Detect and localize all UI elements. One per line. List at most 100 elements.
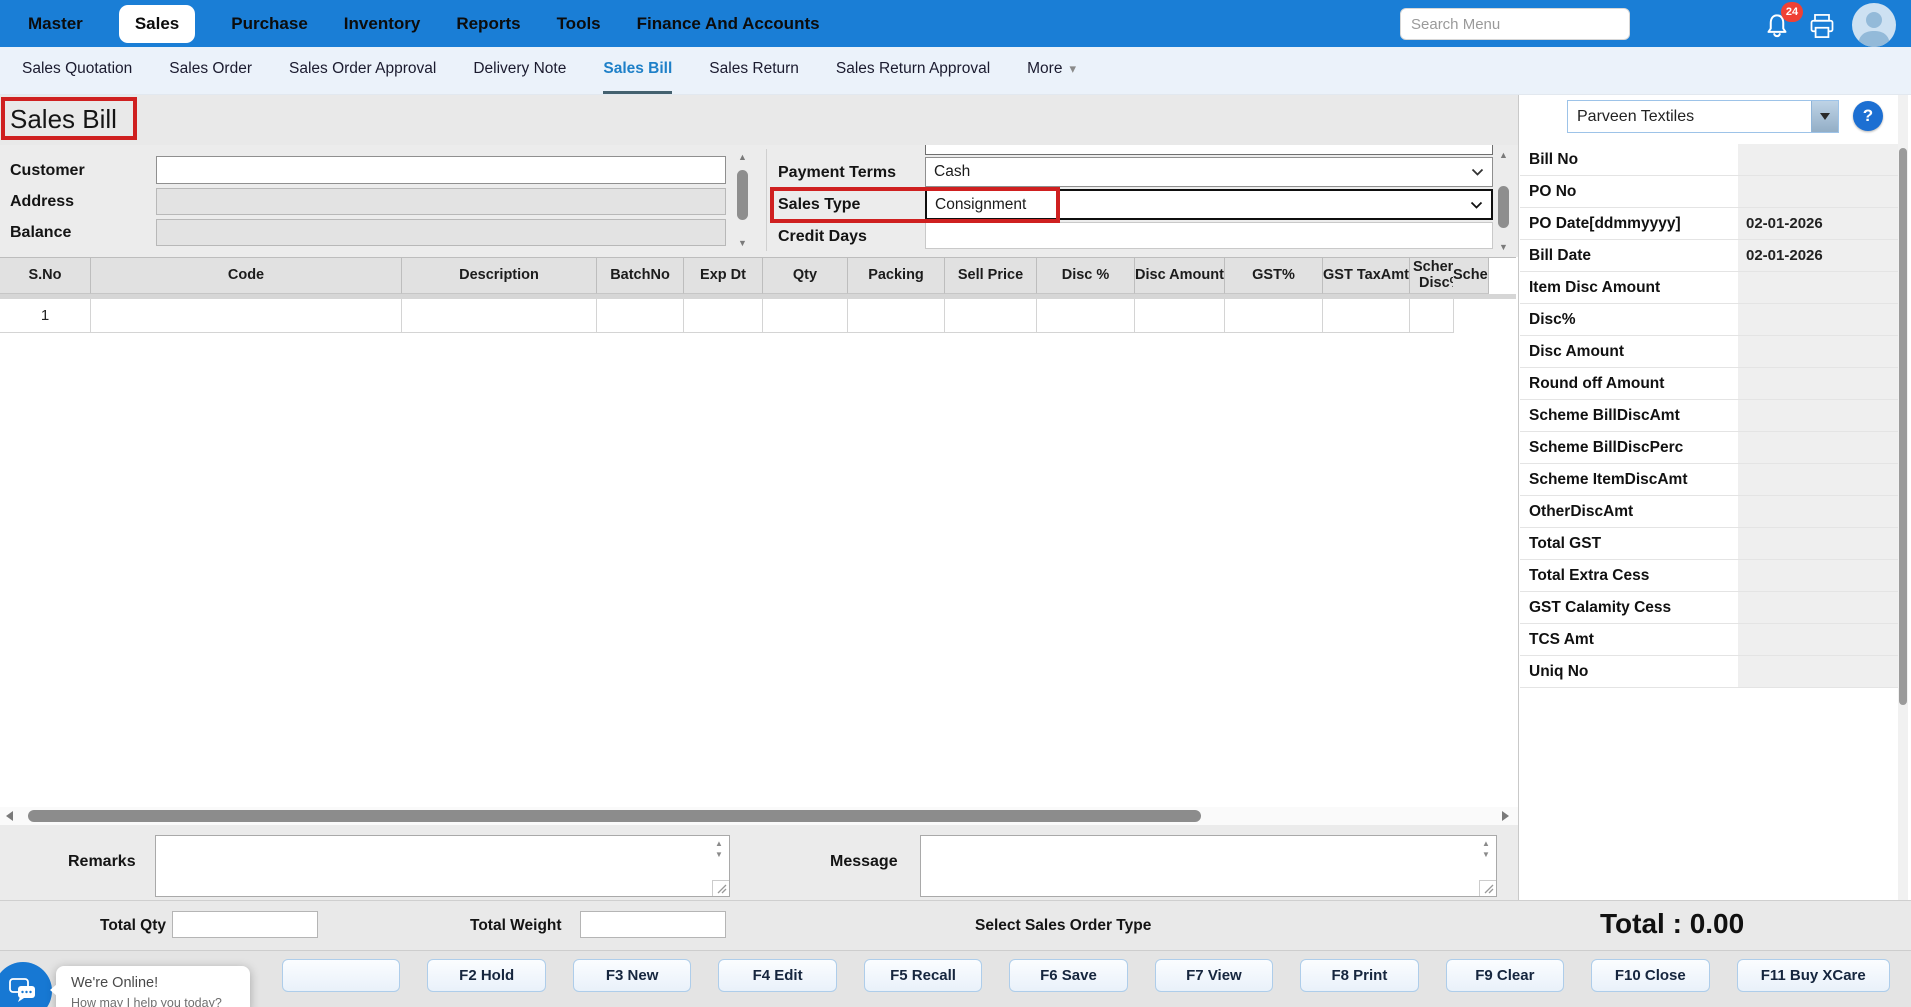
summary-row-value[interactable]	[1738, 592, 1899, 623]
textarea-arrows[interactable]: ▲ ▼	[711, 838, 727, 860]
table-cell[interactable]	[597, 299, 684, 333]
remarks-textarea[interactable]	[156, 836, 709, 896]
table-horizontal-scrollbar[interactable]	[0, 807, 1518, 825]
function-button[interactable]: F4 Edit	[718, 959, 837, 992]
subnav-item[interactable]: More	[1027, 47, 1076, 94]
column-header[interactable]: Qty	[763, 258, 848, 294]
function-button[interactable]: F6 Save	[1009, 959, 1128, 992]
table-cell[interactable]: 1	[0, 299, 91, 333]
summary-row-value[interactable]: 02-01-2026	[1738, 240, 1899, 271]
total-qty-input[interactable]	[172, 911, 318, 938]
subnav-item[interactable]: Sales Quotation	[22, 47, 132, 94]
table-cell[interactable]	[1037, 299, 1135, 333]
resize-handle-icon[interactable]	[1479, 880, 1496, 896]
scroll-up-icon[interactable]: ▲	[1496, 150, 1511, 160]
column-header[interactable]: Exp Dt	[684, 258, 763, 294]
subnav-item[interactable]: Sales Bill	[603, 47, 673, 94]
chat-tooltip[interactable]: We're Online! How may I help you today?	[50, 966, 250, 1007]
function-button[interactable]: F8 Print	[1300, 959, 1419, 992]
function-button[interactable]: F3 New	[572, 959, 692, 992]
summary-row-value[interactable]	[1738, 656, 1899, 687]
table-cell[interactable]	[1135, 299, 1225, 333]
table-cell[interactable]	[848, 299, 945, 333]
function-button[interactable]: F11 Buy XCare	[1736, 959, 1890, 992]
payment-terms-select[interactable]: Cash	[925, 157, 1493, 187]
mid-form-scrollbar[interactable]: ▲ ▼	[1496, 150, 1511, 252]
scroll-down-icon[interactable]: ▼	[735, 238, 750, 248]
summary-row-value[interactable]: 02-01-2026	[1738, 208, 1899, 239]
user-avatar[interactable]	[1852, 3, 1896, 47]
scrollbar-thumb[interactable]	[737, 170, 748, 220]
function-button[interactable]: F2 Hold	[427, 959, 546, 992]
credit-days-input[interactable]	[925, 222, 1493, 249]
column-header[interactable]: Packing	[848, 258, 945, 294]
summary-row-value[interactable]	[1738, 624, 1899, 655]
column-header[interactable]: BatchNo	[597, 258, 684, 294]
summary-row-value[interactable]	[1738, 272, 1899, 303]
scroll-left-icon[interactable]	[6, 811, 13, 821]
table-cell[interactable]	[945, 299, 1037, 333]
function-button[interactable]: F5 Recall	[863, 959, 983, 992]
left-form-scrollbar[interactable]: ▲ ▼	[735, 152, 750, 248]
textarea-arrows[interactable]: ▲ ▼	[1478, 838, 1494, 860]
summary-row-value[interactable]	[1738, 432, 1899, 463]
function-button[interactable]: F9 Clear	[1445, 959, 1565, 992]
column-header[interactable]: Code	[91, 258, 402, 294]
table-cell[interactable]	[684, 299, 763, 333]
column-header[interactable]: Disc %	[1037, 258, 1135, 294]
function-button[interactable]: F7 View	[1154, 959, 1274, 992]
scroll-down-icon[interactable]: ▼	[1496, 242, 1511, 252]
sales-type-select[interactable]: Consignment	[925, 189, 1493, 220]
table-cell[interactable]	[91, 299, 402, 333]
column-header[interactable]: Scheme Disc%	[1410, 258, 1453, 294]
summary-row-value[interactable]	[1738, 400, 1899, 431]
summary-row-value[interactable]	[1738, 336, 1899, 367]
scrollbar-thumb[interactable]	[1899, 148, 1907, 705]
summary-row-value[interactable]	[1738, 464, 1899, 495]
summary-row-value[interactable]	[1738, 528, 1899, 559]
top-menu-item[interactable]: Finance And Accounts	[637, 14, 820, 34]
summary-row-value[interactable]	[1738, 368, 1899, 399]
help-button[interactable]: ?	[1853, 101, 1883, 131]
resize-handle-icon[interactable]	[712, 880, 729, 896]
print-button[interactable]	[1808, 13, 1836, 39]
column-header[interactable]: Sell Price	[945, 258, 1037, 294]
scroll-right-icon[interactable]	[1502, 811, 1509, 821]
subnav-item[interactable]: Sales Return Approval	[836, 47, 990, 94]
column-header[interactable]: GST%	[1225, 258, 1323, 294]
subnav-item[interactable]: Sales Order Approval	[289, 47, 436, 94]
function-button[interactable]	[282, 959, 401, 992]
table-cell[interactable]	[1453, 299, 1454, 333]
table-cell[interactable]	[1323, 299, 1410, 333]
top-menu-item[interactable]: Purchase	[231, 14, 308, 34]
company-select[interactable]: Parveen Textiles	[1567, 100, 1839, 133]
top-menu-item[interactable]: Inventory	[344, 14, 421, 34]
summary-row-value[interactable]	[1738, 496, 1899, 527]
subnav-item[interactable]: Delivery Note	[473, 47, 566, 94]
column-header[interactable]: GST TaxAmt	[1323, 258, 1410, 294]
subnav-item[interactable]: Sales Order	[169, 47, 252, 94]
summary-row-value[interactable]	[1738, 304, 1899, 335]
top-menu-item[interactable]: Tools	[557, 14, 601, 34]
table-cell[interactable]	[763, 299, 848, 333]
dropdown-arrow-button[interactable]	[1811, 101, 1838, 132]
message-textarea[interactable]	[921, 836, 1476, 896]
table-cell[interactable]	[1410, 299, 1453, 333]
table-cell[interactable]	[1225, 299, 1323, 333]
column-header[interactable]: Description	[402, 258, 597, 294]
search-menu-input[interactable]	[1400, 8, 1630, 40]
summary-row-value[interactable]	[1738, 176, 1899, 207]
column-header[interactable]: S.No	[0, 258, 91, 294]
top-menu-item[interactable]: Master	[28, 14, 83, 34]
scrollbar-thumb[interactable]	[1498, 186, 1509, 228]
scrollbar-thumb[interactable]	[28, 810, 1201, 822]
right-panel-scrollbar[interactable]	[1898, 95, 1908, 900]
summary-row-value[interactable]	[1738, 560, 1899, 591]
summary-row-value[interactable]	[1738, 144, 1899, 175]
subnav-item[interactable]: Sales Return	[709, 47, 799, 94]
top-menu-item[interactable]: Reports	[456, 14, 520, 34]
function-button[interactable]: F10 Close	[1591, 959, 1710, 992]
column-header[interactable]: Disc Amount	[1135, 258, 1225, 294]
customer-input[interactable]	[156, 156, 726, 184]
scroll-up-icon[interactable]: ▲	[735, 152, 750, 162]
